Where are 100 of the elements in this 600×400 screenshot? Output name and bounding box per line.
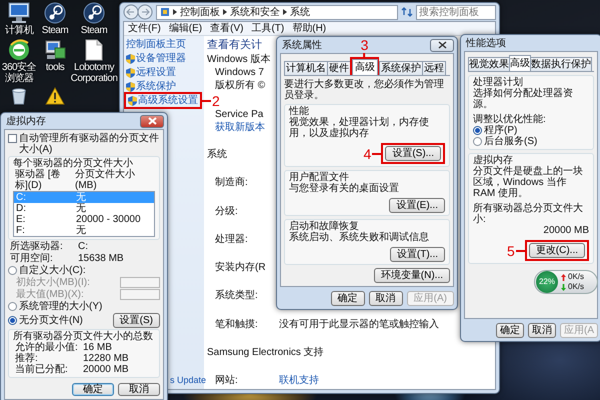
radio-option[interactable]: 无分页文件(N) [8, 315, 83, 326]
column-header: 驱动器 [卷标](D) [15, 169, 62, 191]
section-title: 系统 [207, 149, 227, 160]
settings-button[interactable]: 设置(E)... [389, 198, 445, 213]
field-label: 最大值(MB)(X): [16, 289, 84, 300]
address-bar[interactable]: 控制面板 系统和安全 系统 [156, 4, 398, 20]
icon-label[interactable]: Steam [42, 25, 68, 36]
task-link[interactable]: 系统保护 [126, 81, 176, 92]
column-header: 分页文件大小(MB) [75, 169, 136, 191]
icon-label[interactable]: Steam [80, 25, 108, 36]
warning-icon [45, 87, 65, 105]
icon-label[interactable]: 计算机 [4, 25, 34, 36]
radio-option[interactable]: 系统管理的大小(Y) [8, 301, 102, 312]
task-label[interactable]: 系统保护 [136, 81, 176, 92]
computer-icon [43, 39, 67, 61]
task-label[interactable]: 设备管理器 [136, 53, 186, 64]
group-label: 每个驱动器的分页文件大小 [13, 158, 133, 169]
shield-icon [126, 68, 135, 78]
close-icon [438, 41, 446, 49]
window-title: 虚拟内存 [6, 116, 46, 126]
speed-text: 0K/s [568, 282, 584, 292]
tab[interactable]: 硬件 [327, 61, 351, 75]
shield-icon [128, 96, 137, 106]
step-number: 4 [364, 146, 372, 160]
tab[interactable]: 高级 [509, 55, 531, 71]
close-button[interactable] [140, 114, 164, 128]
tab[interactable]: 计算机名 [284, 61, 328, 75]
field-label: 允许的最小值: [15, 342, 79, 353]
task-label[interactable]: 远程设置 [136, 67, 176, 78]
field-value: C: [78, 241, 89, 252]
environment-variables-button[interactable]: 环境变量(N)... [374, 268, 450, 283]
field-label: 系统类型: [215, 290, 259, 302]
menu-item[interactable]: 工具(T) [251, 23, 284, 34]
dialog-button[interactable]: 取消 [528, 323, 556, 338]
list-row[interactable]: E: 20000 - 30000 [14, 214, 154, 225]
settings-button[interactable]: 设置(T)... [390, 247, 445, 262]
update-link[interactable]: s Update [170, 375, 206, 386]
up-arrow-icon [561, 274, 566, 280]
menu-item[interactable]: 文件(F) [128, 23, 161, 34]
tab[interactable]: 数据执行保护 [530, 57, 592, 71]
icon-label[interactable]: 360安全浏览器 [0, 62, 38, 84]
field-label: 安装内存(R [215, 262, 267, 273]
update-link[interactable]: 获取新版本 [215, 122, 265, 133]
dialog-button[interactable]: 确定 [496, 323, 524, 338]
close-button[interactable] [430, 38, 454, 52]
field-label: 笔和触摸: [215, 318, 259, 330]
settings-button[interactable]: 设置(S)... [385, 146, 441, 161]
menu-item[interactable]: 编辑(E) [168, 23, 202, 34]
table-cell-text: E: [16, 214, 26, 225]
icon-label[interactable]: Lobotomy Corporation [70, 62, 118, 84]
table-cell-text: D: [16, 203, 27, 214]
radio-option[interactable]: 程序(P) [473, 125, 518, 136]
dialog-button[interactable]: 取消 [368, 291, 403, 306]
tab[interactable]: 高级 [352, 59, 378, 75]
browser-icon [8, 39, 30, 61]
list-row[interactable]: D: 无 [14, 203, 154, 214]
change-button[interactable]: 更改(C)... [528, 243, 585, 258]
step-number: 3 [360, 38, 368, 52]
info-text: Windows 版本 [207, 54, 270, 65]
field-label: 处理器: [215, 234, 249, 245]
home-link[interactable]: 控制面板主页 [126, 39, 186, 50]
page-heading: 查看有关计 [207, 39, 262, 52]
field-label: 推荐: [15, 353, 39, 364]
breadcrumb-item[interactable]: 系统 [290, 6, 310, 18]
dialog-button[interactable]: 确定 [330, 291, 365, 306]
field-label: 制造商: [215, 177, 249, 188]
steam-icon [44, 2, 66, 24]
task-link[interactable]: 设备管理器 [126, 53, 186, 64]
menu-item[interactable]: 帮助(H) [292, 23, 326, 34]
breadcrumb-item[interactable]: 系统和安全 [230, 6, 280, 18]
group-label: 所有驱动器分页文件大小的总数 [13, 331, 154, 342]
task-link[interactable]: 远程设置 [126, 67, 176, 78]
search-field[interactable]: 搜索控制面板 [416, 4, 496, 20]
dialog-button[interactable]: 确定 [72, 383, 114, 396]
field-value: 15638 MB [78, 253, 125, 264]
menu-item[interactable]: 查看(V) [210, 23, 244, 34]
computer-icon [7, 2, 31, 24]
radio-option[interactable]: 后台服务(S) [473, 136, 538, 147]
recycle-bin-icon [10, 87, 28, 105]
group-description: 视觉效果，处理器计划，内存使用，以及虚拟内存 [289, 117, 430, 139]
group-description: 选择如何分配处理器资源。 [473, 88, 574, 110]
dialog-button[interactable]: 取消 [118, 383, 160, 396]
info-text: Service Pa [215, 109, 264, 120]
group-description: 系统启动、系统失败和调试信息 [289, 232, 430, 243]
breadcrumb-item[interactable]: 控制面板 [180, 6, 220, 18]
radio-option[interactable]: 自定义大小(C): [8, 265, 86, 276]
icon-label[interactable]: tools [46, 62, 64, 73]
field-label: 可用空间: [10, 253, 54, 264]
tab[interactable]: 远程 [422, 61, 446, 75]
list-row[interactable]: F: 无 [14, 225, 154, 236]
set-button[interactable]: 设置(S) [112, 313, 160, 328]
field-value: 12280 MB [83, 353, 130, 364]
table-cell-text: 无 [76, 225, 87, 236]
table-cell-text: 20000 - 30000 [76, 214, 142, 225]
info-text: Windows 7 [215, 67, 264, 78]
tab[interactable]: 视觉效果 [468, 57, 510, 71]
support-link[interactable]: 联机支持 [279, 375, 319, 386]
usage-meter: 22% [536, 271, 558, 293]
checkbox-option[interactable]: 自动管理所有驱动器的分页文件大小(A) [8, 133, 160, 155]
tab[interactable]: 系统保护 [379, 61, 423, 75]
